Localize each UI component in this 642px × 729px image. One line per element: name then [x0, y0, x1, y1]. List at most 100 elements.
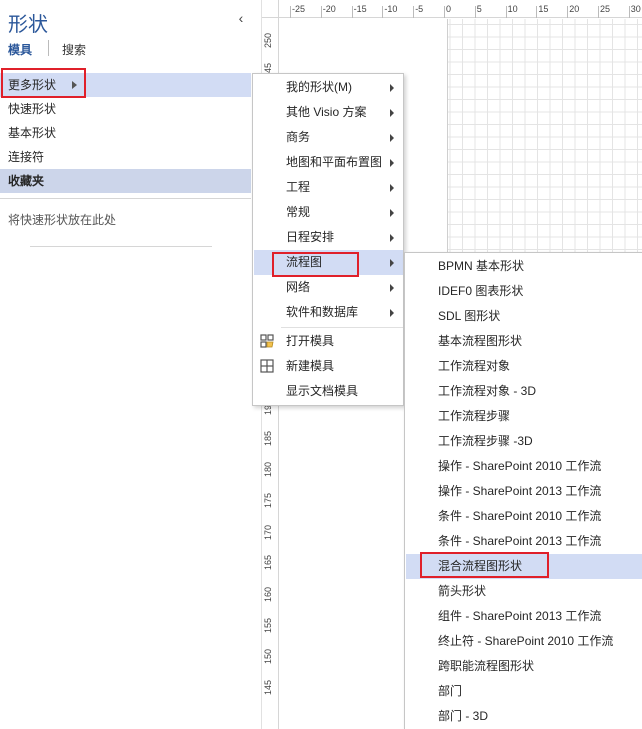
- menu-item-business[interactable]: 商务: [254, 125, 403, 150]
- flow-item-workflow-steps-3d[interactable]: 工作流程步骤 -3D: [406, 429, 642, 454]
- ruler-tick-mark: [382, 6, 384, 18]
- ruler-tick-label: -5: [415, 4, 424, 14]
- submenu-arrow-icon: [390, 184, 394, 192]
- menu-item-label: 网络: [286, 280, 311, 294]
- flow-item-basic-flowchart[interactable]: 基本流程图形状: [406, 329, 642, 354]
- flow-item-bpmn-basic[interactable]: BPMN 基本形状: [406, 254, 642, 279]
- quick-shapes-drop-hint: 将快速形状放在此处: [8, 213, 117, 227]
- side-item-favorites[interactable]: 收藏夹: [0, 169, 251, 193]
- ruler-corner: [262, 0, 279, 18]
- side-item-label: 收藏夹: [8, 174, 45, 188]
- menu-item-show-document-stencil[interactable]: 显示文档模具: [254, 379, 403, 404]
- ruler-tick-label: 15: [538, 4, 549, 14]
- ruler-tick-label: 20: [569, 4, 580, 14]
- menu-item-general[interactable]: 常规: [254, 200, 403, 225]
- ruler-tick-mark: [598, 6, 599, 18]
- ruler-tick-label: 150: [263, 648, 273, 664]
- menu-item-label: 显示文档模具: [286, 384, 359, 398]
- menu-item-label: 基本流程图形状: [438, 334, 523, 348]
- side-item-label: 快速形状: [8, 102, 57, 116]
- flow-item-idef0[interactable]: IDEF0 图表形状: [406, 279, 642, 304]
- flow-item-arrow-shapes[interactable]: 箭头形状: [406, 579, 642, 604]
- menu-item-label: 其他 Visio 方案: [286, 105, 367, 119]
- flow-item-components-sp2013[interactable]: 组件 - SharePoint 2013 工作流: [406, 604, 642, 629]
- menu-item-label: SDL 图形状: [438, 309, 501, 323]
- menu-item-label: 工程: [286, 180, 311, 194]
- menu-item-schedule[interactable]: 日程安排: [254, 225, 403, 250]
- flowchart-submenu: BPMN 基本形状 IDEF0 图表形状 SDL 图形状 基本流程图形状 工作流…: [404, 252, 642, 729]
- menu-item-label: 地图和平面布置图: [286, 155, 383, 169]
- ruler-tick-label: 5: [476, 4, 482, 14]
- ruler-tick-label: 175: [263, 492, 273, 508]
- side-item-label: 连接符: [8, 150, 45, 164]
- menu-item-label: 常规: [286, 205, 311, 219]
- submenu-arrow-icon: [390, 84, 394, 92]
- ruler-tick-label: 250: [263, 32, 273, 48]
- divider: [0, 198, 251, 199]
- menu-item-flowchart[interactable]: 流程图: [254, 250, 403, 275]
- flow-item-cross-functional[interactable]: 跨职能流程图形状: [406, 654, 642, 679]
- ruler-tick-label: 30: [630, 4, 641, 14]
- menu-item-maps-floor-plans[interactable]: 地图和平面布置图: [254, 150, 403, 175]
- flow-item-workflow-objects-3d[interactable]: 工作流程对象 - 3D: [406, 379, 642, 404]
- submenu-arrow-icon: [390, 159, 394, 167]
- ruler-tick-mark: [567, 6, 569, 18]
- menu-item-label: 操作 - SharePoint 2010 工作流: [438, 459, 602, 473]
- menu-item-label: 组件 - SharePoint 2013 工作流: [438, 609, 602, 623]
- menu-item-label: 工作流程步骤 -3D: [438, 434, 533, 448]
- menu-item-label: 条件 - SharePoint 2013 工作流: [438, 534, 602, 548]
- ruler-tick-label: 165: [263, 554, 273, 570]
- submenu-arrow-icon: [390, 259, 394, 267]
- submenu-arrow-icon: [390, 109, 394, 117]
- ruler-tick-label: 25: [600, 4, 611, 14]
- ruler-tick-mark: [444, 6, 445, 18]
- menu-item-label: 软件和数据库: [286, 305, 359, 319]
- new-stencil-icon: [260, 359, 274, 373]
- ruler-tick-label: 160: [263, 586, 273, 602]
- side-item-connectors[interactable]: 连接符: [0, 145, 251, 169]
- pane-title: 形状: [8, 14, 48, 36]
- flow-item-actions-sp2013[interactable]: 操作 - SharePoint 2013 工作流: [406, 479, 642, 504]
- ruler-tick-label: -10: [384, 4, 398, 14]
- horizontal-ruler: -25 -20 -15 -10 -5 0 5 10 15 20 25 30: [262, 0, 642, 18]
- menu-item-new-stencil[interactable]: 新建模具: [254, 354, 403, 379]
- tab-search[interactable]: 搜索: [62, 41, 86, 58]
- ruler-tick-mark: [320, 6, 322, 18]
- flow-item-workflow-steps[interactable]: 工作流程步骤: [406, 404, 642, 429]
- flow-item-conditions-sp2010[interactable]: 条件 - SharePoint 2010 工作流: [406, 504, 642, 529]
- ruler-tick-label: 170: [263, 524, 273, 540]
- side-item-quick-shapes[interactable]: 快速形状: [0, 97, 251, 121]
- flow-item-workflow-objects[interactable]: 工作流程对象: [406, 354, 642, 379]
- side-item-basic-shapes[interactable]: 基本形状: [0, 121, 251, 145]
- side-item-label: 更多形状: [8, 78, 57, 92]
- menu-item-label: 终止符 - SharePoint 2010 工作流: [438, 634, 614, 648]
- ruler-tick-label: 155: [263, 617, 273, 633]
- side-item-more-shapes[interactable]: 更多形状: [0, 73, 251, 97]
- flow-item-department-3d[interactable]: 部门 - 3D: [406, 704, 642, 729]
- collapse-pane-button[interactable]: ‹: [234, 10, 248, 26]
- menu-item-engineering[interactable]: 工程: [254, 175, 403, 200]
- flow-item-conditions-sp2013[interactable]: 条件 - SharePoint 2013 工作流: [406, 529, 642, 554]
- menu-item-other-visio-solutions[interactable]: 其他 Visio 方案: [254, 100, 403, 125]
- flow-item-mixed-flowchart[interactable]: 混合流程图形状: [406, 554, 642, 579]
- tab-stencils[interactable]: 模具: [8, 41, 32, 58]
- flow-item-actions-sp2010[interactable]: 操作 - SharePoint 2010 工作流: [406, 454, 642, 479]
- menu-item-label: 跨职能流程图形状: [438, 659, 535, 673]
- menu-item-label: 新建模具: [286, 359, 335, 373]
- ruler-tick-mark: [628, 6, 630, 18]
- flow-item-department[interactable]: 部门: [406, 679, 642, 704]
- menu-item-label: 操作 - SharePoint 2013 工作流: [438, 484, 602, 498]
- ruler-tick-mark: [536, 6, 538, 18]
- submenu-arrow-icon: [390, 284, 394, 292]
- menu-item-label: 日程安排: [286, 230, 335, 244]
- ruler-tick-mark: [290, 6, 291, 18]
- ruler-tick-mark: [505, 6, 507, 18]
- menu-item-software-database[interactable]: 软件和数据库: [254, 300, 403, 325]
- flow-item-terminators-sp2010[interactable]: 终止符 - SharePoint 2010 工作流: [406, 629, 642, 654]
- menu-item-label: 流程图: [286, 255, 323, 269]
- menu-item-network[interactable]: 网络: [254, 275, 403, 300]
- menu-item-my-shapes[interactable]: 我的形状(M): [254, 75, 403, 100]
- menu-separator: [281, 327, 403, 328]
- flow-item-sdl[interactable]: SDL 图形状: [406, 304, 642, 329]
- menu-item-open-stencil[interactable]: 打开模具: [254, 329, 403, 354]
